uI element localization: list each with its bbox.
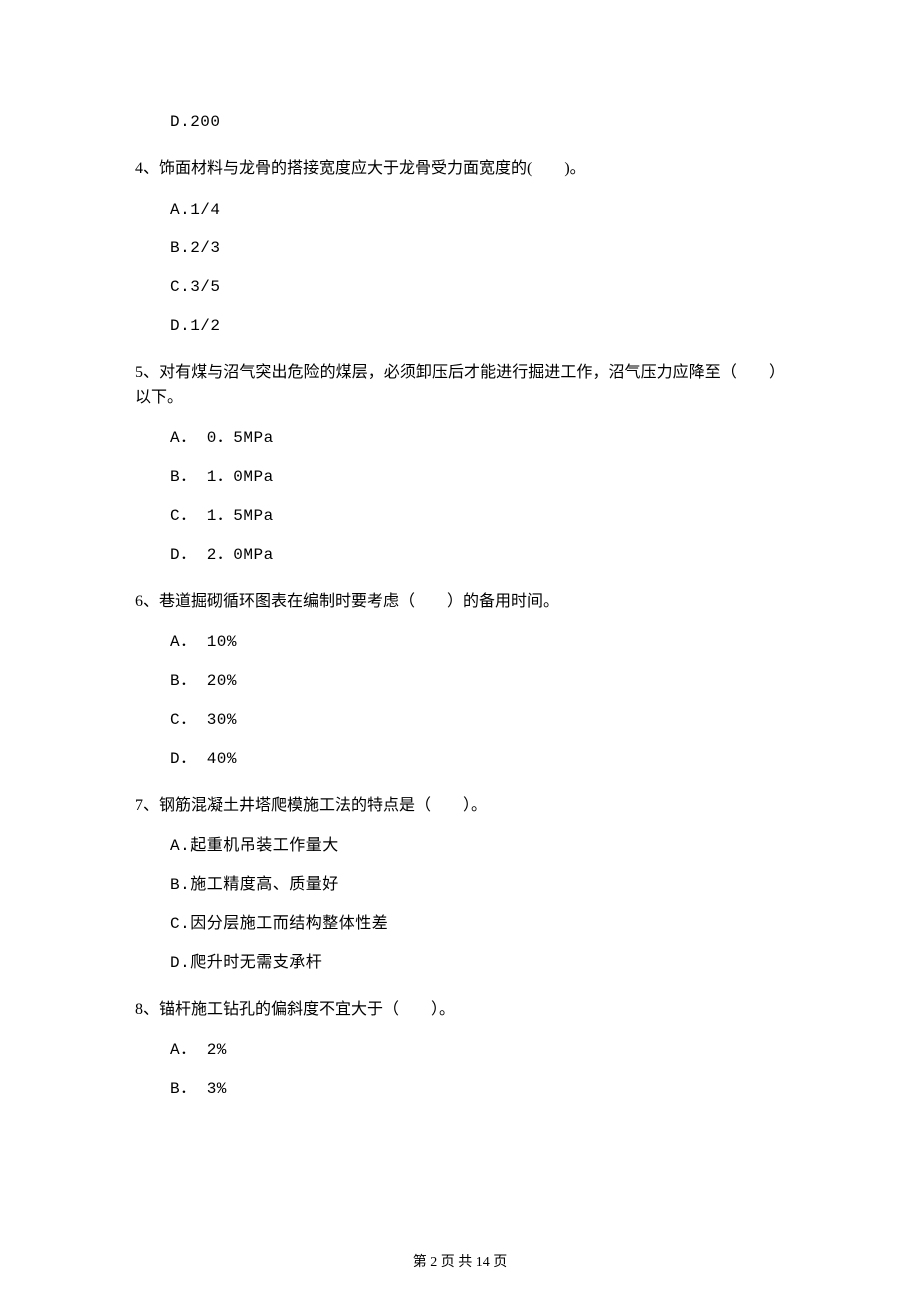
question-body: 钢筋混凝土井塔爬模施工法的特点是（ ）。 xyxy=(159,797,487,814)
question-block: D.200 xyxy=(135,110,785,135)
question-text: 5、对有煤与沼气突出危险的煤层，必须卸压后才能进行掘进工作，沼气压力应降至（ ）… xyxy=(135,361,785,411)
page-container: D.200 4、饰面材料与龙骨的搭接宽度应大于龙骨受力面宽度的( )。 A.1/… xyxy=(0,0,920,1302)
option-item: B.施工精度高、质量好 xyxy=(170,873,785,898)
question-number: 7、 xyxy=(135,797,159,814)
option-item: A． 0．5MPa xyxy=(170,426,785,451)
option-item: C． 30% xyxy=(170,708,785,733)
question-block: 4、饰面材料与龙骨的搭接宽度应大于龙骨受力面宽度的( )。 A.1/4 B.2/… xyxy=(135,157,785,339)
question-body: 锚杆施工钻孔的偏斜度不宜大于（ ）。 xyxy=(159,1001,455,1018)
page-footer: 第 2 页 共 14 页 xyxy=(0,1252,920,1274)
option-item: A.起重机吊装工作量大 xyxy=(170,834,785,859)
option-item: D.爬升时无需支承杆 xyxy=(170,951,785,976)
option-item: B． 1．0MPa xyxy=(170,465,785,490)
option-item: A.1/4 xyxy=(170,198,785,223)
option-item: B.2/3 xyxy=(170,236,785,261)
option-item: C.因分层施工而结构整体性差 xyxy=(170,912,785,937)
option-item: C． 1．5MPa xyxy=(170,504,785,529)
option-item: B． 20% xyxy=(170,669,785,694)
question-text: 7、钢筋混凝土井塔爬模施工法的特点是（ ）。 xyxy=(135,794,785,819)
question-body: 巷道掘砌循环图表在编制时要考虑（ ）的备用时间。 xyxy=(159,593,559,610)
question-number: 4、 xyxy=(135,160,159,177)
option-item: D.200 xyxy=(170,110,785,135)
question-block: 7、钢筋混凝土井塔爬模施工法的特点是（ ）。 A.起重机吊装工作量大 B.施工精… xyxy=(135,794,785,976)
question-body: 饰面材料与龙骨的搭接宽度应大于龙骨受力面宽度的( )。 xyxy=(159,160,586,177)
question-text: 6、巷道掘砌循环图表在编制时要考虑（ ）的备用时间。 xyxy=(135,590,785,615)
question-body: 对有煤与沼气突出危险的煤层，必须卸压后才能进行掘进工作，沼气压力应降至（ ）以下… xyxy=(135,364,785,406)
option-item: D.1/2 xyxy=(170,314,785,339)
option-item: A． 2% xyxy=(170,1038,785,1063)
question-block: 5、对有煤与沼气突出危险的煤层，必须卸压后才能进行掘进工作，沼气压力应降至（ ）… xyxy=(135,361,785,568)
question-number: 5、 xyxy=(135,364,159,381)
option-item: A． 10% xyxy=(170,630,785,655)
option-item: C.3/5 xyxy=(170,275,785,300)
question-number: 6、 xyxy=(135,593,159,610)
option-item: B． 3% xyxy=(170,1077,785,1102)
option-item: D． 2．0MPa xyxy=(170,543,785,568)
option-item: D． 40% xyxy=(170,747,785,772)
question-text: 8、锚杆施工钻孔的偏斜度不宜大于（ ）。 xyxy=(135,998,785,1023)
question-block: 6、巷道掘砌循环图表在编制时要考虑（ ）的备用时间。 A． 10% B． 20%… xyxy=(135,590,785,772)
question-number: 8、 xyxy=(135,1001,159,1018)
question-text: 4、饰面材料与龙骨的搭接宽度应大于龙骨受力面宽度的( )。 xyxy=(135,157,785,182)
question-block: 8、锚杆施工钻孔的偏斜度不宜大于（ ）。 A． 2% B． 3% xyxy=(135,998,785,1102)
